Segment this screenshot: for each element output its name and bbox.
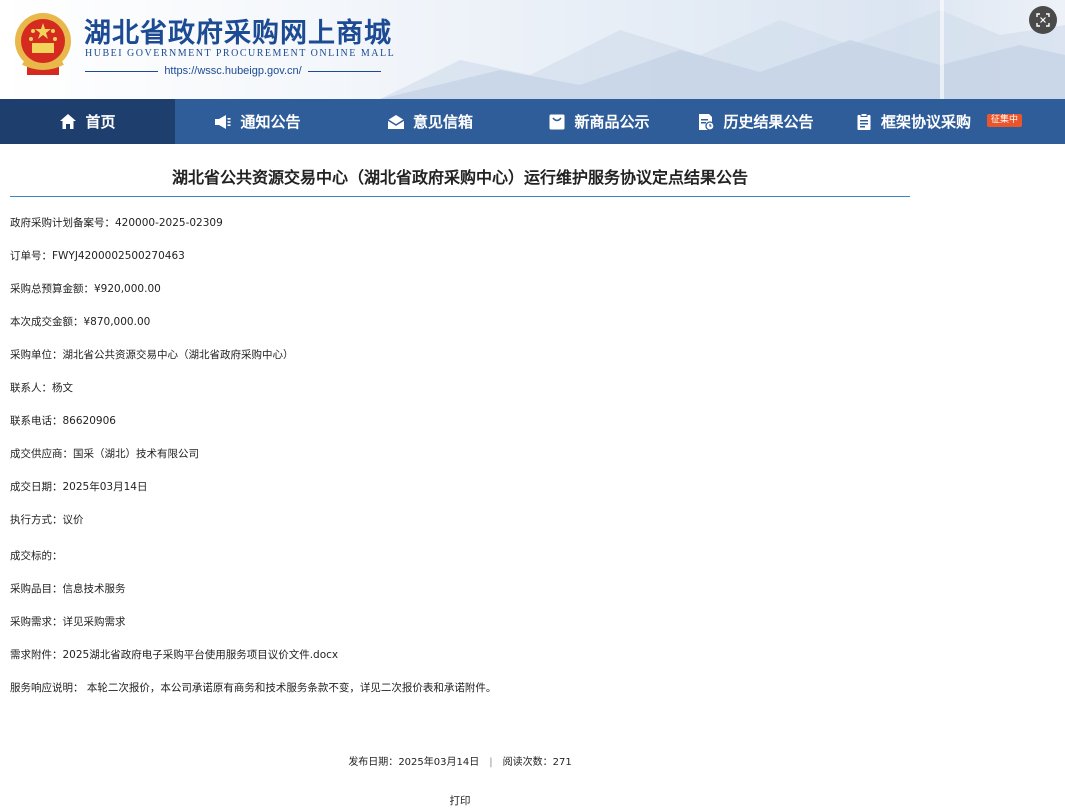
megaphone-icon bbox=[214, 113, 232, 131]
url-divider-right bbox=[307, 70, 381, 72]
field-order-no: 订单号：FWYJ4200002500270463 bbox=[10, 250, 185, 262]
view-count: 271 bbox=[552, 757, 572, 768]
nav-item-label: 历史结果公告 bbox=[723, 113, 814, 131]
field-purchasing-unit: 采购单位：湖北省公共资源交易中心（湖北省政府采购中心） bbox=[10, 349, 294, 361]
meta-separator: | bbox=[489, 757, 493, 768]
clipboard-icon bbox=[855, 112, 873, 131]
field-supplier: 成交供应商：国采（湖北）技术有限公司 bbox=[10, 448, 199, 460]
shopping-bag-icon bbox=[548, 113, 566, 131]
nav-item-label: 框架协议采购 bbox=[881, 113, 972, 131]
nav-item-history-results[interactable]: 历史结果公告 bbox=[678, 99, 833, 144]
publish-meta: 发布日期：2025年03月14日 | 阅读次数：271 bbox=[0, 753, 920, 768]
field-service-response: 服务响应说明： 本轮二次报价，本公司承诺原有商务和技术服务条款不变，详见二次报价… bbox=[10, 682, 497, 694]
url-divider-left bbox=[85, 70, 159, 72]
site-subtitle: HUBEI GOVERNMENT PROCUREMENT ONLINE MALL bbox=[85, 48, 396, 59]
view-count-label: 阅读次数： bbox=[502, 757, 553, 768]
header-banner: 湖北省政府采购网上商城 HUBEI GOVERNMENT PROCUREMENT… bbox=[0, 0, 1065, 99]
site-url: https://wssc.hubeigp.gov.cn/ bbox=[164, 65, 302, 77]
nav-item-notices[interactable]: 通知公告 bbox=[175, 99, 340, 144]
site-url-row: https://wssc.hubeigp.gov.cn/ bbox=[85, 64, 381, 78]
title-divider bbox=[10, 196, 910, 197]
main-nav: 首页 通知公告 意见信箱 新商品公示 历史结果公告 框架协议采购 征集中 bbox=[0, 99, 1065, 144]
field-deal-subject: 成交标的： bbox=[10, 550, 63, 562]
announcement-title: 湖北省公共资源交易中心（湖北省政府采购中心）运行维护服务协议定点结果公告 bbox=[171, 168, 748, 187]
national-emblem-icon bbox=[15, 13, 71, 75]
nav-item-framework-procurement[interactable]: 框架协议采购 征集中 bbox=[833, 99, 1065, 144]
nav-item-label: 意见信箱 bbox=[412, 113, 473, 131]
site-title: 湖北省政府采购网上商城 bbox=[84, 18, 392, 49]
field-requirement-attachment: 需求附件：2025湖北省政府电子采购平台使用服务项目议价文件.docx bbox=[10, 649, 339, 661]
collecting-badge: 征集中 bbox=[987, 114, 1023, 127]
document-history-icon bbox=[697, 113, 716, 131]
nav-item-home[interactable]: 首页 bbox=[0, 99, 175, 144]
nav-item-mailbox[interactable]: 意见信箱 bbox=[340, 99, 520, 144]
fullscreen-icon bbox=[1036, 13, 1050, 27]
nav-item-label: 新商品公示 bbox=[574, 113, 650, 131]
nav-item-label: 首页 bbox=[85, 113, 116, 131]
field-contact-phone: 联系电话：86620906 bbox=[10, 415, 116, 427]
publish-date-label: 发布日期： bbox=[348, 757, 399, 768]
publish-date: 2025年03月14日 bbox=[398, 757, 480, 768]
field-contact-person: 联系人：杨文 bbox=[10, 382, 73, 394]
field-plan-record-no: 政府采购计划备案号：420000-2025-02309 bbox=[10, 217, 223, 229]
field-procurement-requirement: 采购需求：详见采购需求 bbox=[10, 616, 126, 628]
attachment-link[interactable]: 2025湖北省政府电子采购平台使用服务项目议价文件.docx bbox=[63, 649, 339, 661]
field-deal-amount: 本次成交金额：¥870,000.00 bbox=[10, 316, 151, 328]
field-execution-method: 执行方式：议价 bbox=[10, 514, 84, 526]
mailbox-icon bbox=[387, 113, 405, 131]
field-deal-date: 成交日期：2025年03月14日 bbox=[10, 481, 148, 493]
print-button[interactable]: 打印 bbox=[0, 793, 920, 808]
field-procurement-category: 采购品目：信息技术服务 bbox=[10, 583, 126, 595]
nav-item-label: 通知公告 bbox=[240, 113, 301, 131]
fullscreen-button[interactable] bbox=[1029, 6, 1057, 34]
home-icon bbox=[59, 113, 77, 131]
field-total-budget: 采购总预算金额：¥920,000.00 bbox=[10, 283, 161, 295]
nav-item-new-products[interactable]: 新商品公示 bbox=[520, 99, 678, 144]
mountain-background bbox=[380, 0, 1065, 99]
